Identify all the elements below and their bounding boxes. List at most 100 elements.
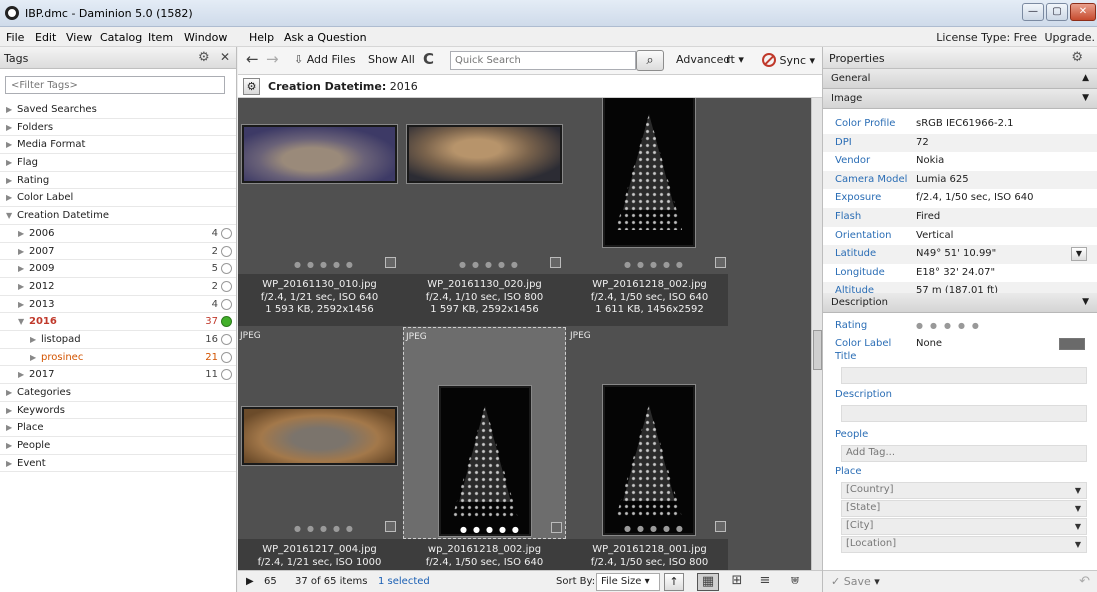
add-files-button[interactable]: ⇩ Add Files <box>294 53 356 66</box>
circle-icon[interactable] <box>221 245 232 257</box>
tree-item[interactable]: ▶ 2017 11 <box>0 366 236 384</box>
forward-button[interactable]: → <box>266 50 279 68</box>
gear-icon[interactable]: ⚙ <box>1071 50 1083 65</box>
property-value[interactable]: Vertical <box>916 227 953 245</box>
select-checkbox[interactable] <box>715 521 726 532</box>
refresh-button[interactable]: C <box>423 50 434 68</box>
search-button[interactable]: ⌕ <box>636 50 664 71</box>
menu-item[interactable]: Item <box>148 31 173 44</box>
expand-right-icon[interactable]: ▶ <box>6 402 12 419</box>
expand-right-icon[interactable]: ▶ <box>18 296 24 313</box>
circle-icon[interactable] <box>221 227 232 239</box>
tree-item[interactable]: ▶ Keywords <box>0 402 236 420</box>
checked-circle-icon[interactable] <box>221 316 232 328</box>
expand-right-icon[interactable]: ▶ <box>6 437 12 454</box>
tree-item[interactable]: ▶ Flag <box>0 154 236 172</box>
close-button[interactable]: ✕ <box>1070 3 1096 21</box>
select-checkbox[interactable] <box>385 521 396 532</box>
expand-right-icon[interactable]: ▶ <box>6 189 12 206</box>
circle-icon[interactable] <box>221 298 232 310</box>
property-value[interactable]: f/2.4, 1/50 sec, ISO 640 <box>916 189 1033 207</box>
close-icon[interactable]: ✕ <box>220 50 230 64</box>
tree-item[interactable]: ▶ Categories <box>0 384 236 402</box>
expand-right-icon[interactable]: ▶ <box>30 349 36 366</box>
quick-search-input[interactable] <box>450 51 636 70</box>
thumbnail-cell[interactable]: JPEG ●●●●● <box>568 327 731 539</box>
tree-item[interactable]: ▶ Color Label <box>0 189 236 208</box>
property-value[interactable]: N49° 51' 10.99" <box>916 245 996 263</box>
tree-item[interactable]: ▶ Rating <box>0 172 236 190</box>
city-field[interactable]: [City] ▼ <box>841 518 1087 535</box>
expand-right-icon[interactable]: ▶ <box>6 384 12 401</box>
menu-file[interactable]: File <box>6 31 24 44</box>
chevron-down-icon[interactable]: ▼ <box>1071 502 1085 515</box>
tree-item[interactable]: ▶ Media Format <box>0 136 236 155</box>
thumbnail-image[interactable] <box>242 407 397 465</box>
minimize-button[interactable]: — <box>1022 3 1044 21</box>
tree-item[interactable]: ▶ 2013 4 <box>0 296 236 314</box>
property-value[interactable]: Fired <box>916 208 940 226</box>
section-image[interactable]: Image ▼ <box>823 89 1097 109</box>
thumbnail-image[interactable] <box>603 98 695 247</box>
thumbnail-cell[interactable]: ●●●●● <box>568 98 731 274</box>
property-value[interactable]: E18° 32' 24.07" <box>916 264 995 282</box>
rating-stars[interactable]: ●●●●● <box>459 260 524 269</box>
sync-button[interactable]: Sync ▾ <box>762 53 815 67</box>
tree-item[interactable]: ▶ Folders <box>0 119 236 137</box>
tree-item[interactable]: ▼ 2016 37 <box>0 313 236 331</box>
circle-icon[interactable] <box>221 333 232 345</box>
expand-right-icon[interactable]: ▶ <box>6 119 12 136</box>
thumbnail-cell[interactable]: ●●●●● <box>238 98 401 274</box>
description-field[interactable] <box>841 405 1087 422</box>
vertical-scrollbar[interactable] <box>811 98 822 570</box>
expand-right-icon[interactable]: ▶ <box>18 278 24 295</box>
upgrade-link[interactable]: Upgrade. <box>1044 31 1095 44</box>
expand-right-icon[interactable]: ▶ <box>6 455 12 472</box>
view-compact-button[interactable]: ⩐ <box>784 573 806 591</box>
menu-help[interactable]: Help <box>249 31 274 44</box>
thumbnail-cell[interactable]: JPEG ●●●●● <box>403 327 566 539</box>
circle-icon[interactable] <box>221 369 232 381</box>
view-thumbnails-button[interactable]: ▦ <box>697 573 719 591</box>
show-all-button[interactable]: Show All <box>368 53 415 66</box>
property-value[interactable]: sRGB IEC61966-2.1 <box>916 115 1014 133</box>
tree-item[interactable]: ▶ 2012 2 <box>0 278 236 296</box>
tree-item[interactable]: ▶ 2006 4 <box>0 225 236 243</box>
filter-tags-input[interactable] <box>5 76 225 94</box>
tree-item[interactable]: ▶ 2009 5 <box>0 260 236 278</box>
menu-ask-question[interactable]: Ask a Question <box>284 31 367 44</box>
advanced-button[interactable]: Advanced <box>676 53 730 66</box>
expand-right-icon[interactable]: ▶ <box>30 331 36 348</box>
thumbnail-image[interactable] <box>407 125 562 183</box>
undo-icon[interactable]: ↶ <box>1079 574 1090 589</box>
save-button[interactable]: ✓ Save ▾ <box>831 575 880 588</box>
chevron-down-icon[interactable]: ▼ <box>1071 520 1085 533</box>
expand-right-icon[interactable]: ▶ <box>6 419 12 436</box>
section-general[interactable]: General ▲ <box>823 69 1097 89</box>
expand-right-icon[interactable]: ▶ <box>6 136 12 153</box>
thumbnail-image[interactable] <box>439 386 531 536</box>
back-button[interactable]: ← <box>246 50 259 68</box>
rating-stars[interactable]: ●●●●● <box>294 260 359 269</box>
rating-stars[interactable]: ●●●●● <box>624 524 689 533</box>
circle-icon[interactable] <box>221 280 232 292</box>
menu-view[interactable]: View <box>66 31 92 44</box>
filter-gear-button[interactable]: ⚙ <box>243 78 260 95</box>
view-grid-button[interactable]: ⊞ <box>726 573 748 591</box>
circle-icon[interactable] <box>221 263 232 275</box>
rating-stars[interactable]: ●●●●● <box>624 260 689 269</box>
location-field[interactable]: [Location] ▼ <box>841 536 1087 553</box>
sort-direction-button[interactable]: ↑ <box>664 573 684 591</box>
rating-stars[interactable]: ●●●●● <box>916 317 986 335</box>
tree-item[interactable]: ▶ Place <box>0 419 236 438</box>
thumbnail-image[interactable] <box>603 385 695 535</box>
chevron-down-icon[interactable]: ▼ <box>1071 538 1085 551</box>
tree-item[interactable]: ▶ Event <box>0 455 236 473</box>
title-field[interactable] <box>841 367 1087 384</box>
menu-catalog[interactable]: Catalog <box>100 31 142 44</box>
view-list-button[interactable]: ≡ <box>754 573 776 591</box>
play-icon[interactable]: ▶ <box>246 576 254 587</box>
maximize-button[interactable]: ▢ <box>1046 3 1068 21</box>
chevron-down-icon[interactable]: ▼ <box>1071 484 1085 497</box>
tree-item[interactable]: ▶ prosinec 21 <box>0 349 236 367</box>
